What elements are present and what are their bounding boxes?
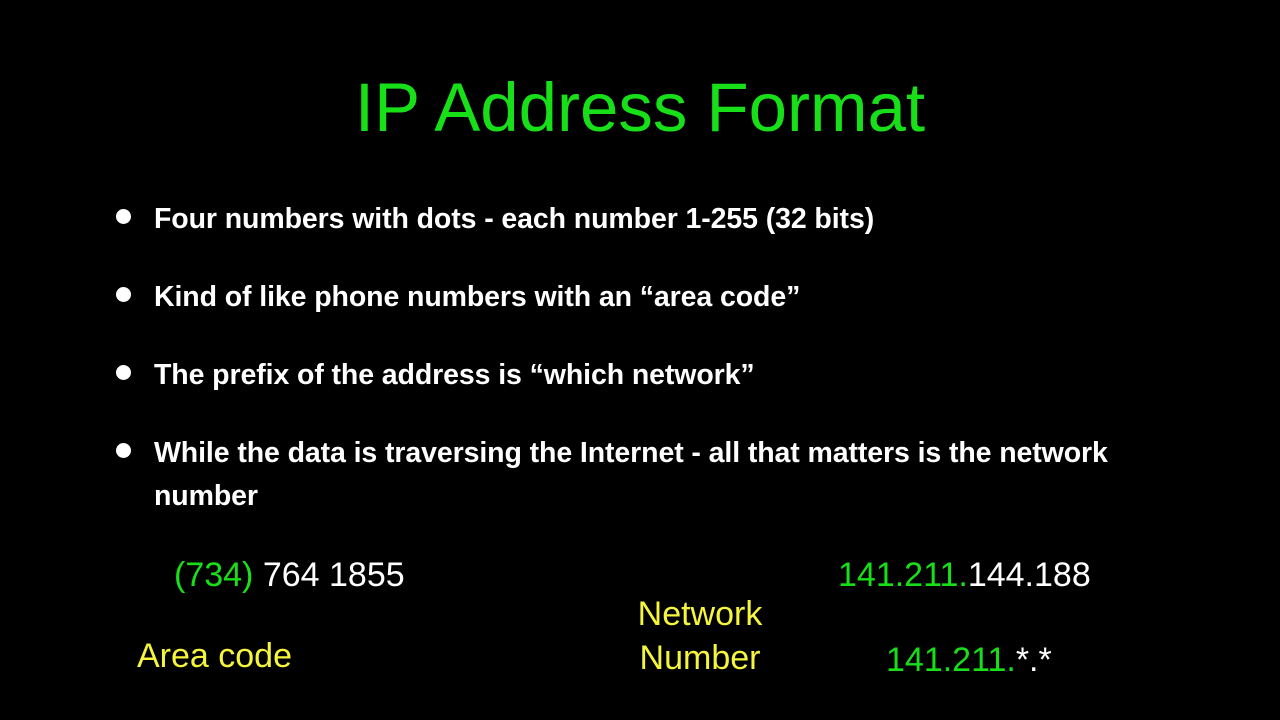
annotation-diagram: (734) 764 1855 Area code Network Number …: [0, 540, 1280, 720]
ip-host-segment: 144.188: [967, 556, 1091, 594]
network-number-caption-line1: Network: [637, 595, 763, 633]
list-item-label: While the data is traversing the Interne…: [154, 437, 1108, 512]
list-item: Four numbers with dots - each number 1-2…: [112, 198, 1192, 241]
phone-number-example: (734) 764 1855: [174, 555, 405, 595]
ip-address-example: 141.211.144.188: [838, 555, 1091, 595]
list-item: While the data is traversing the Interne…: [112, 432, 1192, 518]
list-item-label: Kind of like phone numbers with an “area…: [154, 281, 801, 313]
bullet-dot-icon: [116, 287, 131, 302]
page-title: IP Address Format: [354, 69, 926, 146]
area-code-caption: Area code: [137, 637, 292, 675]
slide-canvas: IP Address Format Four numbers with dots…: [0, 0, 1280, 720]
ip-wildcard-host-segment: *.*: [1015, 641, 1052, 679]
list-item: The prefix of the address is “which netw…: [112, 354, 1192, 397]
phone-local-segment: 764 1855: [253, 556, 405, 594]
bullet-dot-icon: [116, 365, 131, 380]
bullet-dot-icon: [116, 209, 131, 224]
bullet-dot-icon: [116, 443, 131, 458]
network-number-caption: Network Number: [600, 592, 800, 680]
list-item-label: Four numbers with dots - each number 1-2…: [154, 203, 875, 235]
ip-network-segment: 141.211.: [838, 556, 968, 594]
phone-area-code-segment: (734): [174, 556, 254, 594]
ip-wildcard-example: 141.211.*.*: [886, 640, 1052, 680]
list-item: Kind of like phone numbers with an “area…: [112, 276, 1192, 319]
ip-wildcard-network-segment: 141.211.: [886, 641, 1016, 679]
list-item-label: The prefix of the address is “which netw…: [154, 359, 755, 391]
bullet-list: Four numbers with dots - each number 1-2…: [112, 198, 1192, 518]
network-number-caption-line2: Number: [639, 639, 761, 677]
